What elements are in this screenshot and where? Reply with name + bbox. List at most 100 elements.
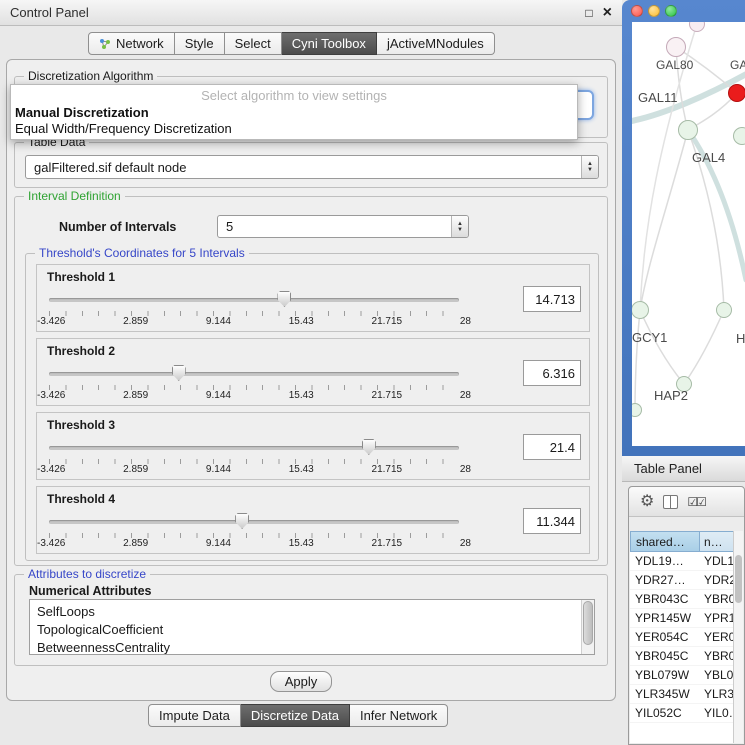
threshold-4-label: Threshold 4 bbox=[47, 492, 115, 506]
node-label: GAL4 bbox=[692, 150, 725, 165]
tab-infer-network[interactable]: Infer Network bbox=[350, 704, 448, 727]
attribute-item[interactable]: BetweennessCentrality bbox=[37, 639, 578, 655]
tab-jactivemnodules[interactable]: jActiveMNodules bbox=[377, 32, 495, 55]
table-cell[interactable]: YBR043C bbox=[630, 592, 700, 606]
slider-thumb[interactable] bbox=[362, 439, 376, 455]
threshold-1-slider[interactable] bbox=[49, 291, 459, 309]
scale-tick-label: 9.144 bbox=[206, 538, 231, 549]
network-node[interactable] bbox=[716, 302, 732, 318]
network-node[interactable] bbox=[728, 84, 745, 102]
slider-thumb[interactable] bbox=[277, 291, 291, 307]
number-of-intervals-combobox[interactable]: 5 ▲ ▼ bbox=[217, 215, 469, 238]
mac-minimize-light[interactable] bbox=[648, 5, 660, 17]
column-header-name[interactable]: n… bbox=[700, 531, 734, 552]
table-cell[interactable]: YBR045C bbox=[630, 649, 700, 663]
mac-zoom-light[interactable] bbox=[665, 5, 677, 17]
select-columns-icon[interactable]: ☑☑ bbox=[687, 495, 705, 509]
scale-tick-label: 28 bbox=[460, 538, 471, 549]
threshold-3-value-field[interactable]: 21.4 bbox=[523, 434, 581, 460]
threshold-4-slider[interactable] bbox=[49, 513, 459, 531]
table-cell[interactable]: YBR0… bbox=[700, 649, 733, 663]
slider-thumb[interactable] bbox=[172, 365, 186, 381]
slider-track bbox=[49, 298, 459, 302]
table-cell[interactable]: YDR27… bbox=[630, 573, 700, 587]
table-row[interactable]: YIL052CYIL0… bbox=[630, 704, 733, 723]
tab-cyni-toolbox[interactable]: Cyni Toolbox bbox=[282, 32, 377, 55]
tab-impute-data[interactable]: Impute Data bbox=[148, 704, 241, 727]
scale-tick-label: 21.715 bbox=[372, 390, 403, 401]
node-label: H bbox=[736, 331, 745, 346]
table-row[interactable]: YDL19…YDL1… bbox=[630, 552, 733, 571]
table-row[interactable]: YPR145WYPR1… bbox=[630, 609, 733, 628]
attributes-scrollbar[interactable] bbox=[581, 600, 594, 654]
threshold-4-value-field[interactable]: 11.344 bbox=[523, 508, 581, 534]
table-cell[interactable]: YDL1… bbox=[700, 554, 733, 568]
float-window-icon[interactable]: □ bbox=[585, 6, 592, 20]
table-cell[interactable]: YIL0… bbox=[700, 706, 733, 720]
threshold-3-box: Threshold 3 -3.4262.8599.14415.4321.7152… bbox=[36, 412, 590, 480]
table-cell[interactable]: YER0… bbox=[700, 630, 733, 644]
table-cell[interactable]: YPR145W bbox=[630, 611, 700, 625]
top-tab-strip: Network Style Select Cyni Toolbox jActiv… bbox=[88, 32, 495, 55]
scale-tick-label: 28 bbox=[460, 316, 471, 327]
attributes-scrollbar-thumb[interactable] bbox=[583, 601, 593, 645]
threshold-3-slider[interactable] bbox=[49, 439, 459, 457]
column-header-shared-name[interactable]: shared… bbox=[630, 531, 700, 552]
scale-tick-label: 2.859 bbox=[123, 316, 148, 327]
table-cell[interactable]: YBL079W bbox=[630, 668, 700, 682]
attribute-item[interactable]: SelfLoops bbox=[37, 603, 578, 621]
tab-select[interactable]: Select bbox=[225, 32, 282, 55]
slider-thumb[interactable] bbox=[235, 513, 249, 529]
table-data-stepper[interactable]: ▲ ▼ bbox=[581, 156, 598, 178]
columns-icon[interactable] bbox=[663, 495, 678, 509]
table-row[interactable]: YLR345WYLR3… bbox=[630, 685, 733, 704]
table-scrollbar[interactable] bbox=[733, 531, 743, 743]
tab-discretize-data[interactable]: Discretize Data bbox=[241, 704, 350, 727]
table-cell[interactable]: YDR2… bbox=[700, 573, 733, 587]
table-row[interactable]: YBR045CYBR0… bbox=[630, 647, 733, 666]
network-node[interactable] bbox=[666, 37, 686, 57]
table-cell[interactable]: YBL0… bbox=[700, 668, 733, 682]
table-cell[interactable]: YIL052C bbox=[630, 706, 700, 720]
dropdown-option-equal-width-frequency[interactable]: Equal Width/Frequency Discretization bbox=[11, 121, 577, 137]
close-window-icon[interactable]: × bbox=[603, 7, 612, 19]
scale-tick-label: 9.144 bbox=[206, 390, 231, 401]
table-cell[interactable]: YER054C bbox=[630, 630, 700, 644]
attribute-item[interactable]: TopologicalCoefficient bbox=[37, 621, 578, 639]
threshold-1-value-field[interactable]: 14.713 bbox=[523, 286, 581, 312]
table-row[interactable]: YER054CYER0… bbox=[630, 628, 733, 647]
network-edge bbox=[640, 310, 684, 384]
scale-tick-label: 21.715 bbox=[372, 464, 403, 475]
bottom-tab-strip: Impute Data Discretize Data Infer Networ… bbox=[148, 704, 448, 727]
tab-network[interactable]: Network bbox=[88, 32, 175, 55]
gear-icon[interactable]: ⚙ bbox=[640, 494, 654, 510]
table-scrollbar-thumb[interactable] bbox=[735, 555, 742, 603]
table-row[interactable]: YBR043CYBR0… bbox=[630, 590, 733, 609]
scale-tick-label: 21.715 bbox=[372, 316, 403, 327]
tab-style[interactable]: Style bbox=[175, 32, 225, 55]
network-node[interactable] bbox=[733, 127, 745, 145]
table-panel-frame: ⚙ ☑☑ shared… n… YDL19…YDL1…YDR27…YDR2…YB… bbox=[628, 486, 745, 745]
network-window: GAL80GAGAL11GAL4GCY1HHAP2 bbox=[622, 0, 745, 456]
threshold-2-slider[interactable] bbox=[49, 365, 459, 383]
mac-close-light[interactable] bbox=[631, 5, 643, 17]
dropdown-option-manual-discretization[interactable]: Manual Discretization bbox=[11, 105, 577, 121]
table-cell[interactable]: YDL19… bbox=[630, 554, 700, 568]
table-panel-titlebar: Table Panel bbox=[622, 456, 745, 482]
table-cell[interactable]: YBR0… bbox=[700, 592, 733, 606]
scale-tick-label: 2.859 bbox=[123, 538, 148, 549]
network-canvas[interactable]: GAL80GAGAL11GAL4GCY1HHAP2 bbox=[632, 22, 745, 446]
table-cell[interactable]: YLR345W bbox=[630, 687, 700, 701]
numerical-attributes-label: Numerical Attributes bbox=[29, 584, 151, 598]
table-row[interactable]: YDR27…YDR2… bbox=[630, 571, 733, 590]
threshold-2-value-field[interactable]: 6.316 bbox=[523, 360, 581, 386]
number-of-intervals-stepper[interactable]: ▲ ▼ bbox=[451, 216, 468, 237]
table-row[interactable]: YBL079WYBL0… bbox=[630, 666, 733, 685]
apply-button[interactable]: Apply bbox=[270, 671, 332, 692]
numerical-attributes-list[interactable]: SelfLoopsTopologicalCoefficientBetweenne… bbox=[29, 599, 595, 655]
network-node[interactable] bbox=[678, 120, 698, 140]
node-label: GAL80 bbox=[656, 58, 693, 72]
table-cell[interactable]: YPR1… bbox=[700, 611, 733, 625]
table-cell[interactable]: YLR3… bbox=[700, 687, 733, 701]
table-data-combobox[interactable]: galFiltered.sif default node ▲ ▼ bbox=[25, 155, 599, 179]
